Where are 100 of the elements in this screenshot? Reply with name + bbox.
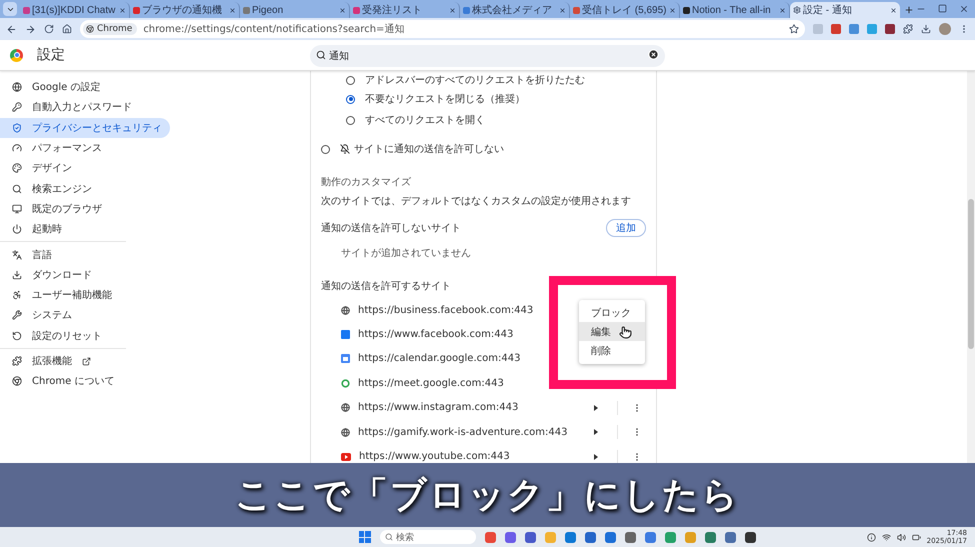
- expand-arrow-icon[interactable]: [594, 404, 598, 411]
- radio-button[interactable]: [321, 144, 330, 154]
- maximize-icon[interactable]: [938, 4, 947, 13]
- windows-logo-icon[interactable]: [358, 531, 371, 543]
- search-field[interactable]: 通知: [310, 45, 665, 67]
- sidebar-item[interactable]: 言語: [0, 244, 126, 265]
- list-title: 通知の送信を許可するサイト: [321, 280, 451, 293]
- sidebar-item[interactable]: 既定のブラウザ: [0, 198, 126, 220]
- gauge-icon: [12, 143, 22, 154]
- chrome-icon: [12, 376, 22, 386]
- external-link-icon: [82, 356, 91, 366]
- clear-icon[interactable]: [648, 49, 659, 60]
- sidebar-item[interactable]: プライバシーとセキュリティ: [0, 118, 170, 138]
- close-icon[interactable]: [119, 6, 126, 14]
- sidebar-item[interactable]: 自動入力とパスワード: [0, 97, 140, 118]
- scrollbar[interactable]: [967, 71, 975, 463]
- sidebar-item[interactable]: 検索エンジン: [0, 178, 126, 199]
- download-icon: [12, 270, 22, 280]
- add-button[interactable]: 追加: [606, 219, 646, 237]
- close-icon[interactable]: [959, 4, 969, 14]
- empty-message: サイトが追加されていません: [341, 246, 471, 260]
- sidebar-item[interactable]: 起動時: [0, 219, 126, 240]
- radio-button[interactable]: [346, 76, 355, 84]
- radio-button[interactable]: [346, 116, 355, 124]
- monitor-icon: [12, 204, 22, 214]
- app-icon[interactable]: [584, 532, 596, 542]
- caption-text: ここで「ブロック」にしたら: [235, 474, 740, 518]
- close-icon[interactable]: [339, 6, 346, 14]
- site-url[interactable]: https://www.youtube.com:443: [359, 451, 510, 462]
- sidebar-item[interactable]: Google の設定: [0, 77, 126, 98]
- globe-icon: [341, 306, 350, 315]
- avatar[interactable]: [939, 23, 951, 35]
- app-icon[interactable]: [624, 532, 636, 542]
- close-icon[interactable]: [559, 6, 566, 14]
- app-icon[interactable]: [744, 532, 756, 542]
- menu-item[interactable]: 削除: [579, 341, 645, 360]
- search-icon: [316, 50, 326, 60]
- favicon-icon: [353, 6, 360, 14]
- url-text: chrome://settings/content/notifications?search=通知: [143, 22, 406, 36]
- logo-icon: [10, 48, 23, 62]
- menu-item[interactable]: ブロック: [579, 303, 645, 322]
- favicon-icon: [23, 6, 30, 14]
- sidebar-item[interactable]: デザイン: [0, 158, 126, 178]
- bell-off-icon: [340, 144, 350, 154]
- home-icon[interactable]: [62, 24, 72, 34]
- taskbar-search-field[interactable]: 検索: [380, 530, 476, 544]
- translate-icon: [12, 250, 22, 260]
- favicon-icon: [573, 6, 580, 14]
- new-tab-icon[interactable]: [904, 5, 914, 15]
- reload-icon[interactable]: [44, 24, 54, 34]
- globe-icon: [12, 82, 22, 92]
- close-icon[interactable]: [449, 6, 456, 14]
- section-description: 次のサイトでは、デフォルトではなくカスタムの設定が使用されます: [321, 194, 631, 208]
- sidebar-item[interactable]: ダウンロード: [0, 264, 126, 285]
- sidebar-item[interactable]: Chrome について: [0, 371, 126, 392]
- sidebar-item[interactable]: パフォーマンス: [0, 138, 126, 158]
- close-icon[interactable]: [779, 6, 786, 14]
- site-url[interactable]: https://gamify.work-is-adventure.com:443: [358, 426, 568, 438]
- close-icon[interactable]: [669, 6, 676, 14]
- radio-label: アドレスバーのすべてのリクエストを折りたたむ: [365, 74, 585, 87]
- star-icon[interactable]: [789, 24, 799, 34]
- info-icon[interactable]: [866, 532, 876, 542]
- radio-label: 不要なリクエストを閉じる（推奨）: [365, 92, 525, 106]
- play-icon: [341, 452, 351, 461]
- page-title: 設定: [37, 46, 65, 64]
- menu-item[interactable]: 編集: [579, 322, 645, 341]
- sidebar-item[interactable]: ユーザー補助機能: [0, 284, 126, 306]
- close-icon[interactable]: [890, 6, 897, 14]
- expand-arrow-icon[interactable]: [594, 429, 598, 436]
- search-icon: [384, 533, 393, 541]
- site-url[interactable]: https://www.instagram.com:443: [358, 402, 518, 414]
- list-title: 通知の送信を許可しないサイト: [321, 222, 461, 235]
- speaker-icon[interactable]: [896, 532, 906, 542]
- puzzle-icon[interactable]: [903, 24, 913, 34]
- puzzle-icon: [12, 356, 22, 366]
- download-icon[interactable]: [921, 24, 931, 34]
- sidebar-item[interactable]: 設定のリセット: [0, 326, 126, 346]
- site-chip[interactable]: Chrome: [83, 23, 138, 35]
- calendar-icon: [341, 354, 350, 364]
- forward-icon[interactable]: [25, 24, 36, 34]
- site-url[interactable]: https://meet.google.com:443: [358, 378, 504, 389]
- site-url[interactable]: https://business.facebook.com:443: [358, 304, 534, 316]
- browser-tab[interactable]: 設定 - 通知: [790, 2, 900, 18]
- back-icon[interactable]: [6, 24, 17, 34]
- sidebar-item[interactable]: システム: [0, 305, 126, 326]
- radio-label: すべてのリクエストを開く: [365, 114, 485, 127]
- reset-icon: [12, 330, 22, 341]
- close-icon[interactable]: [229, 6, 236, 14]
- sidebar-item[interactable]: 拡張機能: [0, 350, 126, 372]
- hand-cursor-icon: [619, 326, 632, 339]
- site-url[interactable]: https://calendar.google.com:443: [358, 353, 520, 364]
- expand-arrow-icon[interactable]: [594, 454, 598, 460]
- battery-icon[interactable]: [912, 532, 921, 542]
- radio-button[interactable]: [346, 94, 355, 104]
- wifi-icon[interactable]: [882, 532, 891, 542]
- scrollbar-thumb[interactable]: [968, 199, 974, 349]
- app-icon[interactable]: [524, 532, 536, 542]
- site-url[interactable]: https://www.facebook.com:443: [358, 329, 514, 340]
- tab-search-button[interactable]: [3, 2, 17, 16]
- address-bar[interactable]: Chrome chrome://settings/content/notifications?search=通知: [80, 20, 805, 38]
